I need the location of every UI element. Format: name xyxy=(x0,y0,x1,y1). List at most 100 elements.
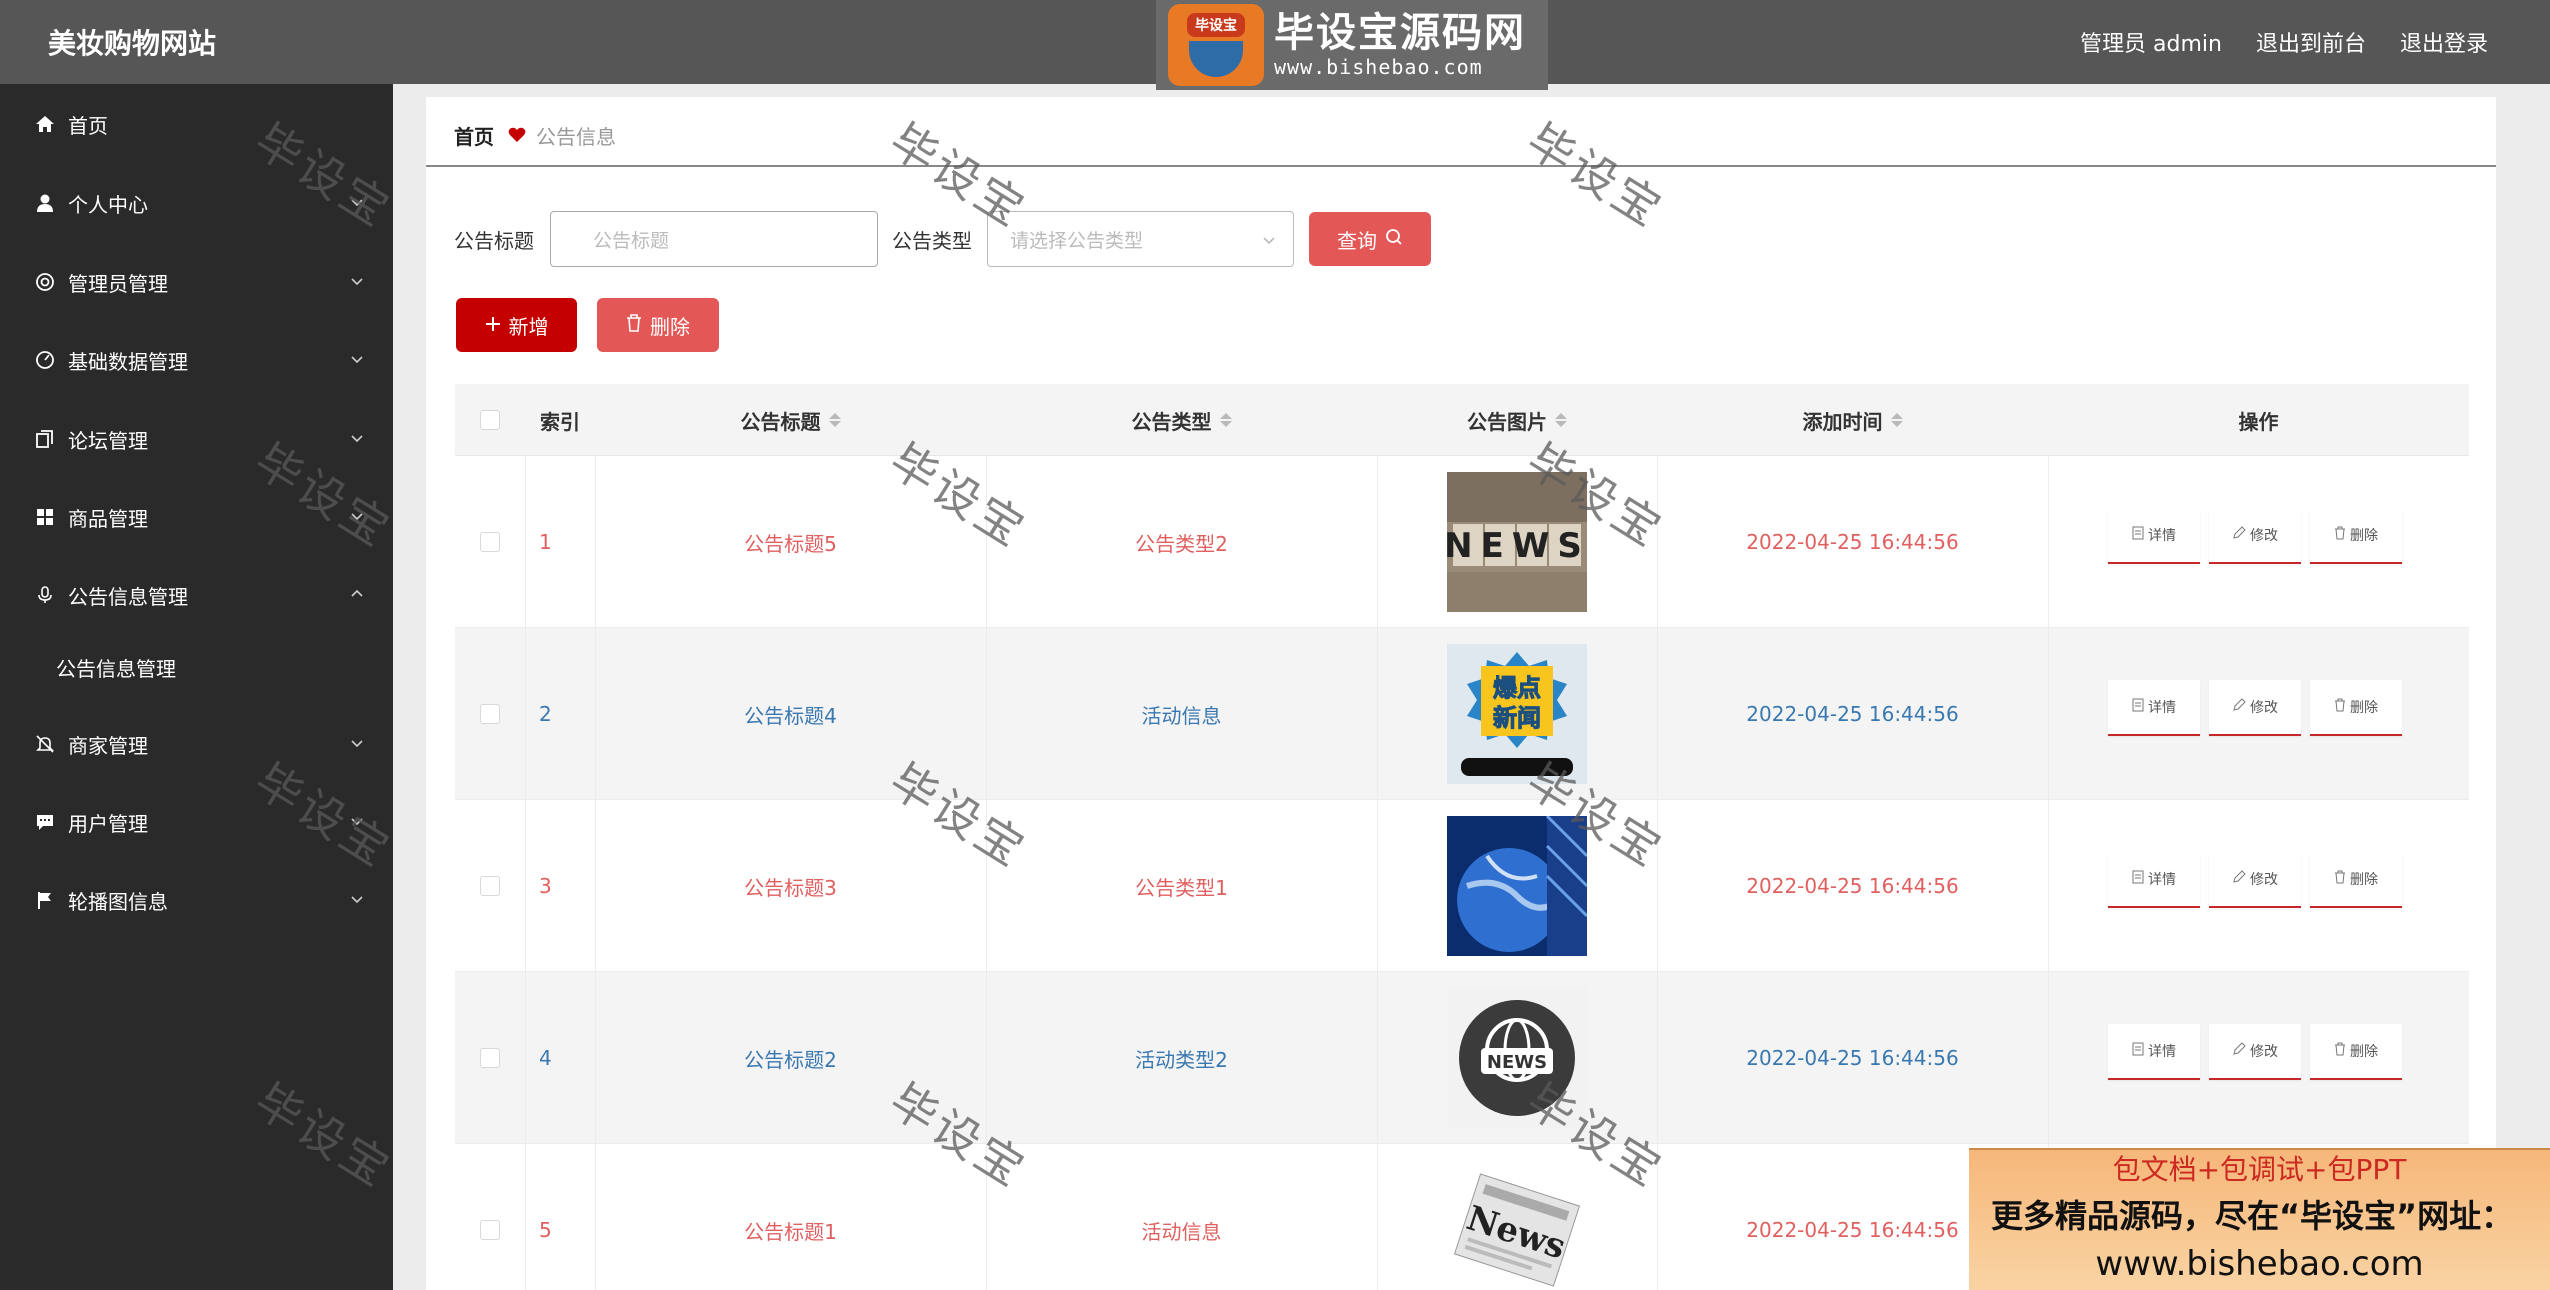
edit-button[interactable]: 修改 xyxy=(2209,680,2301,736)
edit-button-label: 修改 xyxy=(2250,528,2278,544)
row-checkbox[interactable] xyxy=(480,532,500,552)
sidebar-item-label: 商品管理 xyxy=(68,506,148,531)
chat-icon xyxy=(34,811,56,833)
detail-button[interactable]: 详情 xyxy=(2108,508,2200,564)
title-search-label: 公告标题 xyxy=(454,229,534,253)
row-index: 1 xyxy=(539,530,552,554)
announcement-image[interactable]: NEWS xyxy=(1447,988,1587,1128)
sidebar-item-label: 商家管理 xyxy=(68,733,148,758)
sidebar-item-label: 公告信息管理 xyxy=(68,584,188,609)
dashboard-icon xyxy=(34,349,56,371)
header-title[interactable]: 公告标题 xyxy=(595,384,986,456)
sidebar-item-admin-management[interactable]: 管理员管理 xyxy=(0,252,393,312)
add-button[interactable]: 新增 xyxy=(456,298,577,352)
sidebar-item-forum[interactable]: 论坛管理 xyxy=(0,409,393,469)
sidebar-item-carousel[interactable]: 轮播图信息 xyxy=(0,870,393,930)
submenu-item-announcements[interactable]: 公告信息管理 xyxy=(0,637,393,697)
table-row[interactable]: 1 公告标题5 公告类型2 NEWS 2022-04-25 16:44:56 详情 修改 删除 xyxy=(455,456,2469,628)
sidebar-item-label: 用户管理 xyxy=(68,811,148,836)
title-search-input[interactable]: 公告标题 xyxy=(550,211,878,267)
row-checkbox[interactable] xyxy=(480,1220,500,1240)
edit-icon xyxy=(2232,526,2246,544)
delete-button[interactable]: 删除 xyxy=(2310,508,2402,564)
type-search-label: 公告类型 xyxy=(892,229,972,253)
detail-button-label: 详情 xyxy=(2148,872,2176,888)
promo-line-2: 更多精品源码，尽在“毕设宝”网址： xyxy=(1991,1197,2514,1235)
logout-link[interactable]: 退出登录 xyxy=(2400,26,2488,58)
edit-button[interactable]: 修改 xyxy=(2209,852,2301,908)
announcement-image[interactable]: News xyxy=(1447,1160,1587,1290)
sidebar-item-personal-center[interactable]: 个人中心 xyxy=(0,173,393,233)
header-type-label: 公告类型 xyxy=(1131,409,1212,434)
edit-button-label: 修改 xyxy=(2250,872,2278,888)
edit-icon xyxy=(2232,1042,2246,1060)
table-row[interactable]: 3 公告标题3 公告类型1 2022-04-25 16:44:56 详情 修改 删除 xyxy=(455,800,2469,972)
announcement-image[interactable] xyxy=(1447,816,1587,956)
title-search-placeholder: 公告标题 xyxy=(593,229,670,252)
detail-button-label: 详情 xyxy=(2148,528,2176,544)
detail-button-label: 详情 xyxy=(2148,1044,2176,1060)
row-checkbox-cell xyxy=(455,628,525,800)
row-checkbox-cell xyxy=(455,1144,525,1290)
chevron-down-icon xyxy=(349,810,365,834)
announcement-image[interactable]: 爆点 新闻 xyxy=(1447,644,1587,784)
trash-icon xyxy=(2334,1042,2346,1060)
header-time-label: 添加时间 xyxy=(1802,409,1883,434)
row-checkbox[interactable] xyxy=(480,1048,500,1068)
announcement-image[interactable]: NEWS xyxy=(1447,472,1587,612)
home-icon xyxy=(34,113,56,135)
promo-banner[interactable]: 包文档+包调试+包PPT 更多精品源码，尽在“毕设宝”网址： www.bishe… xyxy=(1969,1148,2550,1290)
user-icon xyxy=(34,192,56,214)
delete-button[interactable]: 删除 xyxy=(2310,852,2402,908)
row-ops-cell: 详情 修改 删除 xyxy=(2048,972,2469,1144)
row-checkbox[interactable] xyxy=(480,704,500,724)
detail-button-label: 详情 xyxy=(2148,700,2176,716)
detail-button[interactable]: 详情 xyxy=(2108,680,2200,736)
row-image-cell xyxy=(1377,800,1657,972)
table-row[interactable]: 4 公告标题2 活动类型2 NEWS 2022-04-25 16:44:56 详情 修改 删除 xyxy=(455,972,2469,1144)
row-title: 公告标题2 xyxy=(744,1047,837,1072)
header-image[interactable]: 公告图片 xyxy=(1377,384,1657,456)
batch-delete-button[interactable]: 删除 xyxy=(597,298,719,352)
sidebar-item-home[interactable]: 首页 xyxy=(0,94,393,154)
copy-icon xyxy=(34,428,56,450)
edit-button-label: 修改 xyxy=(2250,700,2278,716)
microphone-icon xyxy=(34,584,56,606)
sidebar-item-merchants[interactable]: 商家管理 xyxy=(0,714,393,774)
header-image-label: 公告图片 xyxy=(1467,409,1547,434)
select-all-checkbox[interactable] xyxy=(480,410,500,430)
sidebar-item-users[interactable]: 用户管理 xyxy=(0,792,393,852)
query-button[interactable]: 查询 xyxy=(1309,212,1431,266)
detail-button[interactable]: 详情 xyxy=(2108,1024,2200,1080)
header-type[interactable]: 公告类型 xyxy=(986,384,1377,456)
table-row[interactable]: 2 公告标题4 活动信息 爆点 新闻 2022-04-25 16:44:56 详情 修改 删除 xyxy=(455,628,2469,800)
delete-button[interactable]: 删除 xyxy=(2310,1024,2402,1080)
row-type: 活动信息 xyxy=(1141,1219,1222,1244)
breadcrumb-home[interactable]: 首页 xyxy=(454,121,494,150)
type-select[interactable]: 请选择公告类型 xyxy=(987,211,1294,267)
sidebar-item-basic-data[interactable]: 基础数据管理 xyxy=(0,330,393,390)
edit-icon xyxy=(2232,870,2246,888)
type-select-placeholder: 请选择公告类型 xyxy=(1010,229,1144,252)
sidebar-item-announcements[interactable]: 公告信息管理 xyxy=(0,565,393,625)
detail-button[interactable]: 详情 xyxy=(2108,852,2200,908)
edit-button[interactable]: 修改 xyxy=(2209,1024,2301,1080)
svg-text:NEWS: NEWS xyxy=(1447,526,1587,566)
row-checkbox-cell xyxy=(455,972,525,1144)
back-to-front-link[interactable]: 退出到前台 xyxy=(2256,26,2366,58)
svg-text:NEWS: NEWS xyxy=(1487,1052,1547,1073)
row-time: 2022-04-25 16:44:56 xyxy=(1746,530,1959,554)
edit-button[interactable]: 修改 xyxy=(2209,508,2301,564)
header-time[interactable]: 添加时间 xyxy=(1657,384,2048,456)
document-icon xyxy=(2132,870,2144,888)
admin-user-label[interactable]: 管理员 admin xyxy=(2080,26,2222,58)
row-index: 5 xyxy=(539,1218,552,1242)
sidebar-item-label: 基础数据管理 xyxy=(68,349,188,374)
delete-button[interactable]: 删除 xyxy=(2310,680,2402,736)
sidebar-item-goods[interactable]: 商品管理 xyxy=(0,487,393,547)
header-index: 索引 xyxy=(540,409,580,434)
header-title-label: 公告标题 xyxy=(740,409,821,434)
row-checkbox[interactable] xyxy=(480,876,500,896)
trash-icon xyxy=(626,313,642,337)
delete-button-label: 删除 xyxy=(2350,528,2378,544)
